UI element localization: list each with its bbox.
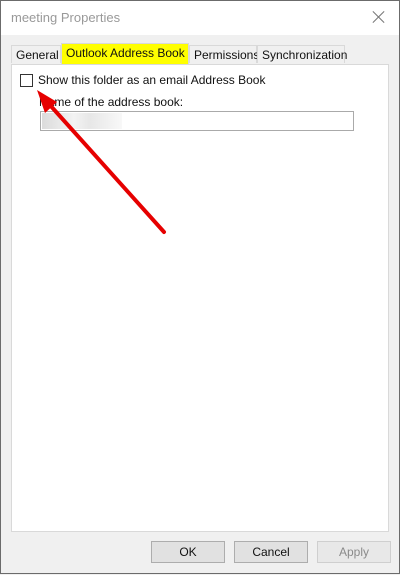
apply-button: Apply [317,541,391,563]
address-book-option: Show this folder as an email Address Boo… [20,73,265,87]
ok-button[interactable]: OK [151,541,225,563]
cancel-button[interactable]: Cancel [234,541,308,563]
window-title: meeting Properties [11,10,121,25]
tab-general[interactable]: General [11,45,61,63]
show-address-book-checkbox[interactable] [20,73,33,87]
redacted-text [42,113,122,129]
title-bar: meeting Properties [1,1,399,35]
tab-permissions[interactable]: Permissions [189,45,259,63]
properties-dialog: meeting Properties General Outlook Addre… [0,0,400,574]
tab-panel: Show this folder as an email Address Boo… [11,64,389,532]
close-icon[interactable] [369,7,389,27]
address-book-name-label: Name of the address book: [39,95,184,109]
show-address-book-label[interactable]: Show this folder as an email Address Boo… [38,73,265,87]
tab-synchronization[interactable]: Synchronization [257,45,347,63]
tab-outlook-address-book[interactable]: Outlook Address Book [61,43,189,64]
